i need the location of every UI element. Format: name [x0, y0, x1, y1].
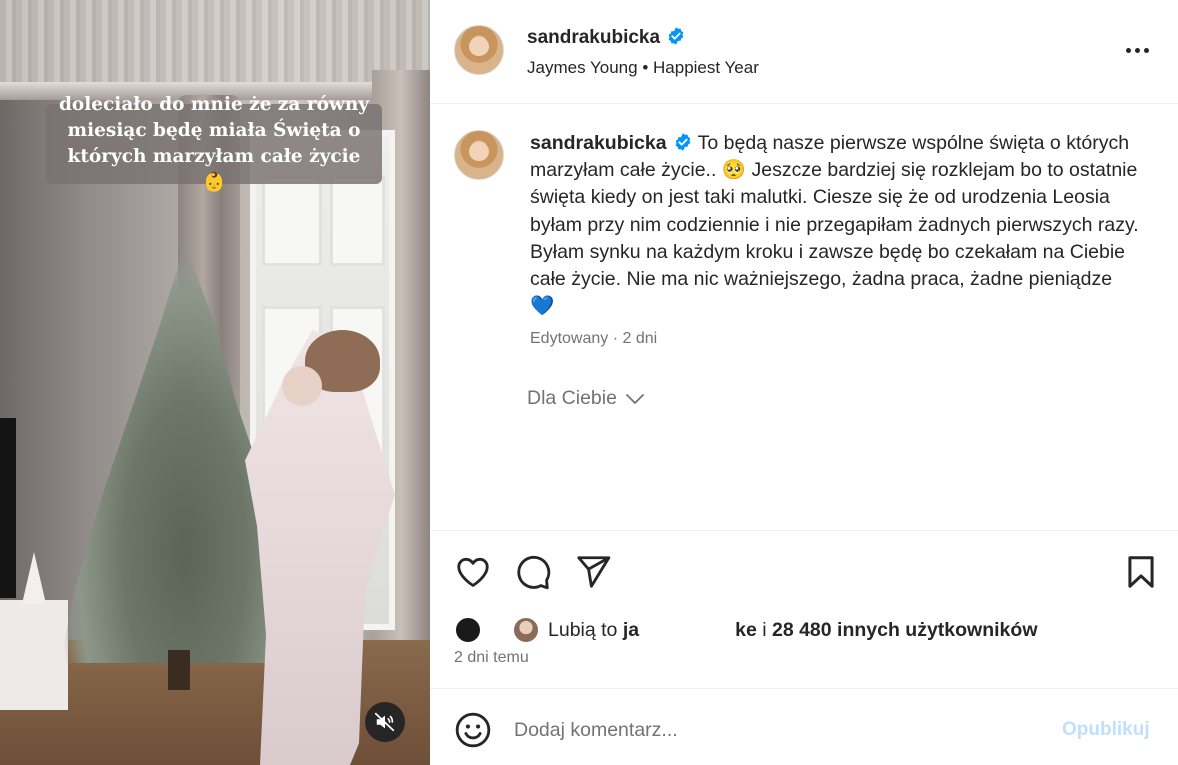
liker-avatar[interactable] — [454, 616, 482, 644]
more-options-icon — [1143, 47, 1149, 53]
audio-track-link[interactable]: Happiest Year — [653, 58, 759, 77]
more-options-icon — [1134, 47, 1140, 53]
caption-username[interactable]: sandrakubicka — [530, 132, 667, 154]
likes-text: Lubią to ja ke i 28 480 innych użytkownik… — [548, 619, 1037, 642]
caption-meta: Edytowany · 2 dni — [530, 330, 657, 348]
likes-others-link[interactable]: 28 480 innych użytkowników — [772, 619, 1038, 641]
ceiling-decoration — [0, 0, 430, 95]
post-header: sandrakubicka Jaymes Young • Happiest Ye… — [430, 0, 1178, 104]
post-media[interactable]: doleciało do mnie że za równy miesiąc bę… — [0, 0, 430, 765]
decorative-mini-tree — [22, 552, 46, 604]
for-you-label: Dla Ciebie — [527, 387, 617, 409]
comments-section: sandrakubicka To będą nasze pierwsze wsp… — [430, 105, 1178, 530]
for-you-dropdown[interactable]: Dla Ciebie — [527, 387, 645, 410]
likes-prefix: Lubią to — [548, 618, 618, 641]
speaker-muted-icon — [374, 712, 395, 732]
tv-cabinet — [0, 600, 68, 710]
edited-label: Edytowany — [530, 330, 609, 347]
chevron-down-icon — [626, 393, 644, 404]
audio-attribution: Jaymes Young • Happiest Year — [527, 58, 759, 78]
publish-button[interactable]: Opublikuj — [1062, 719, 1150, 741]
author-username-text[interactable]: sandrakubicka — [527, 27, 660, 48]
liker-name-end[interactable]: ke — [735, 619, 757, 641]
heart-icon[interactable] — [454, 553, 492, 591]
verified-badge-icon — [675, 133, 690, 151]
caption-age[interactable]: 2 dni — [623, 330, 658, 347]
liker-avatar[interactable] — [512, 616, 540, 644]
post-details-panel: sandrakubicka Jaymes Young • Happiest Ye… — [430, 0, 1178, 765]
verified-badge-icon — [668, 27, 684, 45]
share-icon[interactable] — [574, 553, 612, 591]
more-options-icon — [1125, 47, 1131, 53]
liker-name-start[interactable]: ja — [623, 619, 639, 641]
post-caption: sandrakubicka To będą nasze pierwsze wsp… — [530, 130, 1140, 320]
emoji-icon[interactable] — [454, 711, 492, 749]
post-timestamp[interactable]: 2 dni temu — [454, 649, 529, 667]
overlay-caption: doleciało do mnie że za równy miesiąc bę… — [58, 94, 370, 193]
likes-connector: i — [762, 618, 767, 641]
post-actions: Lubią to ja ke i 28 480 innych użytkownik… — [430, 530, 1178, 688]
add-comment-bar: Opublikuj — [430, 688, 1178, 765]
caption-text: To będą nasze pierwsze wspólne święta o … — [530, 132, 1139, 318]
more-options-button[interactable] — [1122, 35, 1152, 65]
video-text-overlay: doleciało do mnie że za równy miesiąc bę… — [46, 94, 382, 193]
avatar[interactable] — [454, 130, 504, 180]
bookmark-icon[interactable] — [1122, 553, 1160, 591]
comment-icon[interactable] — [514, 553, 552, 591]
author-username[interactable]: sandrakubicka — [527, 26, 686, 49]
comment-input[interactable] — [514, 713, 1034, 747]
audio-separator: • — [642, 58, 649, 77]
television — [0, 418, 16, 598]
likes-summary: Lubią to ja ke i 28 480 innych użytkownik… — [454, 615, 1037, 645]
baby-figure — [282, 366, 322, 406]
audio-artist-link[interactable]: Jaymes Young — [527, 58, 638, 77]
tree-stand — [168, 650, 190, 690]
mute-button[interactable] — [365, 702, 405, 742]
avatar[interactable] — [454, 25, 504, 75]
meta-dot: · — [612, 330, 619, 347]
